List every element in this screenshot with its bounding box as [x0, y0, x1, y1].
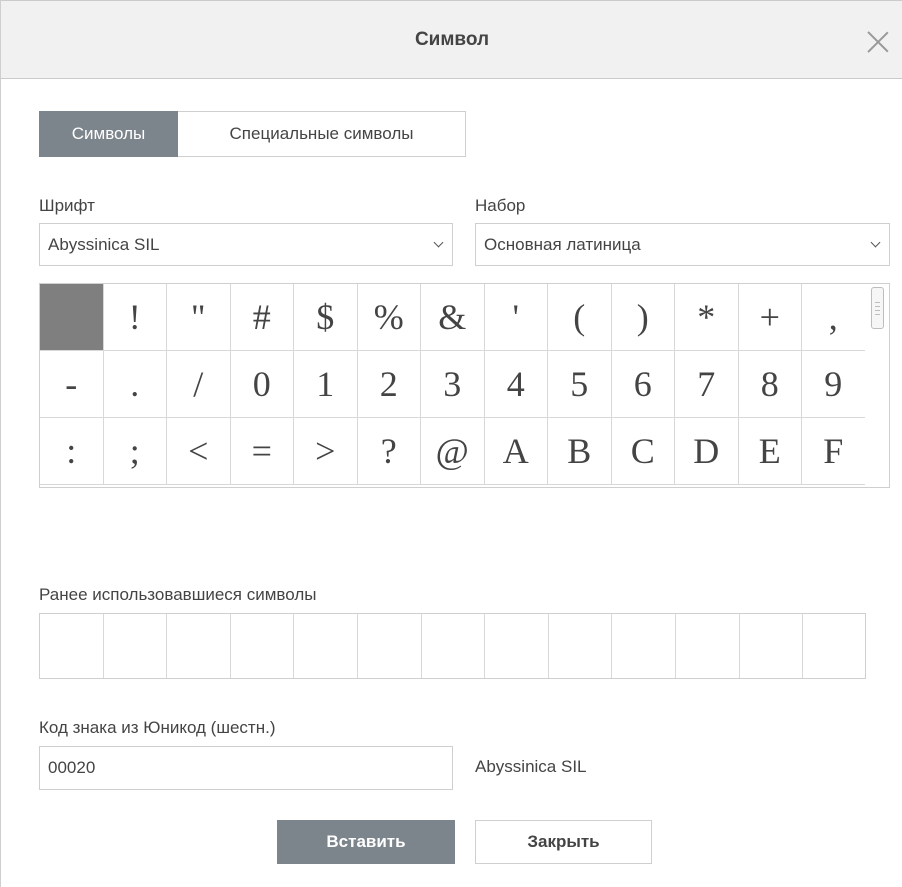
- symbol-cell[interactable]: @: [421, 418, 485, 484]
- symbol-cell[interactable]: 0: [231, 351, 294, 417]
- font-select-value: Abyssinica SIL: [48, 235, 160, 254]
- recent-symbol-cell[interactable]: [676, 614, 740, 678]
- symbol-cell[interactable]: 8: [739, 351, 802, 417]
- symbol-cell[interactable]: !: [104, 284, 167, 350]
- chevron-down-icon: [433, 237, 444, 248]
- symbol-cell[interactable]: #: [231, 284, 294, 350]
- symbol-cell[interactable]: ,: [802, 284, 866, 350]
- unicode-input[interactable]: 00020: [39, 746, 453, 790]
- tab-group: Символы Специальные символы: [39, 111, 466, 157]
- symbol-row: ! " # $% & '() * +,: [40, 284, 866, 351]
- symbol-cell[interactable]: A: [485, 418, 548, 484]
- symbol-cell[interactable]: %: [358, 284, 421, 350]
- symbol-cell[interactable]: =: [231, 418, 294, 484]
- symbol-cell[interactable]: 9: [802, 351, 866, 417]
- recent-symbol-cell[interactable]: [231, 614, 295, 678]
- symbol-cell[interactable]: $: [294, 284, 358, 350]
- recent-symbol-cell[interactable]: [40, 614, 104, 678]
- symbol-row: -./0 1 2 3 4 5 6 7 8 9: [40, 351, 866, 418]
- unicode-label: Код знака из Юникод (шестн.): [39, 718, 276, 737]
- symbol-cell[interactable]: ": [167, 284, 231, 350]
- symbol-cell[interactable]: ': [485, 284, 548, 350]
- symbol-cell[interactable]: :: [40, 418, 104, 484]
- symbol-row: :; < = >? @ A B C D E F: [40, 418, 866, 485]
- recent-symbols-label: Ранее использовавшиеся символы: [39, 585, 317, 604]
- symbol-cell[interactable]: ): [612, 284, 675, 350]
- symbol-cell[interactable]: <: [167, 418, 231, 484]
- symbol-cell[interactable]: &: [421, 284, 485, 350]
- dialog-title: Символ: [414, 29, 490, 50]
- symbol-cell[interactable]: 6: [612, 351, 675, 417]
- symbol-cell[interactable]: D: [675, 418, 739, 484]
- symbol-cell[interactable]: (: [548, 284, 612, 350]
- recent-symbol-cell[interactable]: [803, 614, 867, 678]
- symbol-cell[interactable]: 7: [675, 351, 739, 417]
- close-button[interactable]: Закрыть: [475, 820, 652, 864]
- symbol-cell[interactable]: /: [167, 351, 231, 417]
- subset-select[interactable]: Основная латиница: [475, 223, 890, 266]
- symbol-cell[interactable]: C: [612, 418, 675, 484]
- chevron-down-icon: [870, 237, 881, 248]
- recent-symbol-cell[interactable]: [485, 614, 549, 678]
- recent-symbol-cell[interactable]: [358, 614, 422, 678]
- symbol-table-scrollbar[interactable]: [865, 284, 889, 487]
- font-select[interactable]: Abyssinica SIL: [39, 223, 453, 266]
- subset-label: Набор: [475, 196, 526, 215]
- symbol-cell[interactable]: 4: [485, 351, 548, 417]
- symbol-cell[interactable]: [40, 284, 104, 350]
- symbol-cell[interactable]: +: [739, 284, 802, 350]
- symbol-cell[interactable]: F: [802, 418, 866, 484]
- dialog-titlebar[interactable]: Символ: [1, 0, 902, 79]
- symbol-cell[interactable]: 5: [548, 351, 612, 417]
- tab-symbols[interactable]: Символы: [39, 111, 178, 157]
- close-icon[interactable]: [867, 31, 889, 53]
- symbol-cell[interactable]: ;: [104, 418, 167, 484]
- symbol-table: ! " # $% & '() * +, -./0 1 2 3 4 5 6 7 8 9:; < = >? @ A B C D E F: [39, 283, 890, 488]
- recent-symbol-cell[interactable]: [612, 614, 676, 678]
- symbol-dialog: Символ Символы Специальные символы Шрифт…: [0, 0, 902, 887]
- symbol-grid: ! " # $% & '() * +, -./0 1 2 3 4 5 6 7 8 9:; < = >? @ A B C D E F: [40, 284, 866, 485]
- tab-special-symbols[interactable]: Специальные символы: [178, 111, 466, 157]
- symbol-cell[interactable]: 2: [358, 351, 421, 417]
- unicode-font-name: Abyssinica SIL: [475, 757, 587, 776]
- symbol-cell[interactable]: 1: [294, 351, 358, 417]
- symbol-cell[interactable]: E: [739, 418, 802, 484]
- subset-select-value: Основная латиница: [484, 235, 641, 254]
- font-label: Шрифт: [39, 196, 95, 215]
- symbol-cell[interactable]: ?: [358, 418, 421, 484]
- recent-symbol-cell[interactable]: [167, 614, 231, 678]
- recent-symbol-cell[interactable]: [294, 614, 358, 678]
- recent-symbol-cell[interactable]: [740, 614, 804, 678]
- symbol-cell[interactable]: .: [104, 351, 167, 417]
- symbol-cell[interactable]: *: [675, 284, 739, 350]
- recent-symbol-cell[interactable]: [104, 614, 168, 678]
- recent-symbol-cell[interactable]: [422, 614, 486, 678]
- insert-button[interactable]: Вставить: [277, 820, 455, 864]
- symbol-cell[interactable]: B: [548, 418, 612, 484]
- symbol-cell[interactable]: 3: [421, 351, 485, 417]
- scrollbar-thumb[interactable]: [871, 287, 884, 329]
- recent-symbols: [39, 613, 866, 679]
- recent-symbol-cell[interactable]: [549, 614, 613, 678]
- symbol-cell[interactable]: >: [294, 418, 358, 484]
- symbol-cell[interactable]: -: [40, 351, 104, 417]
